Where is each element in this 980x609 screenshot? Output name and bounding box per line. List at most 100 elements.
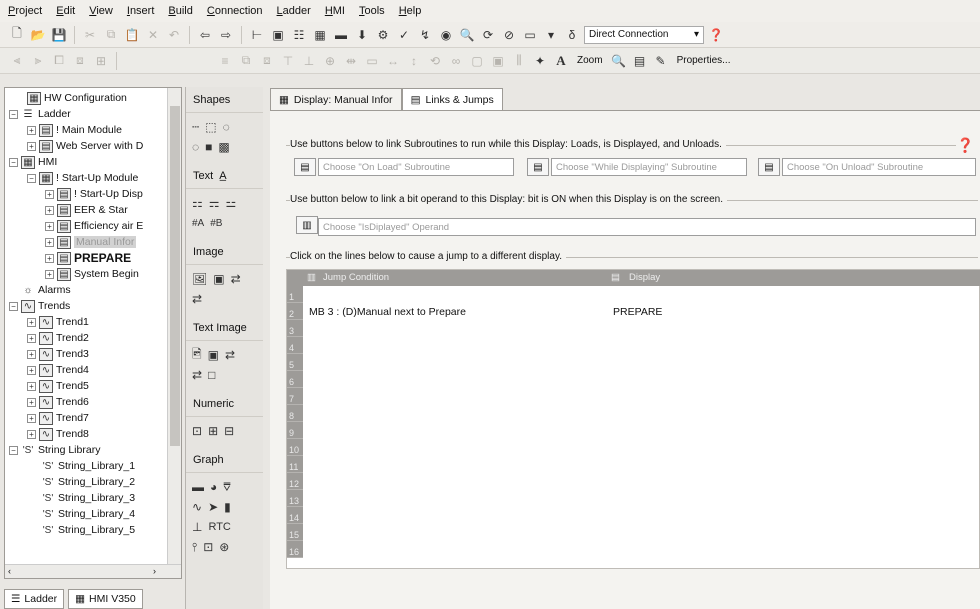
display-cell[interactable]: [613, 388, 913, 405]
expand-icon[interactable]: +: [45, 253, 54, 263]
copy-icon[interactable]: ⧉: [102, 26, 120, 44]
properties-button[interactable]: Properties...: [673, 55, 735, 66]
rect-shape-icon[interactable]: ■: [205, 140, 212, 154]
send-back-icon[interactable]: ⧈: [258, 52, 276, 70]
jump-condition-cell[interactable]: [309, 371, 609, 388]
new-icon[interactable]: 🗋: [8, 26, 26, 44]
tree-item-trend7[interactable]: + ∿ Trend7: [27, 410, 89, 426]
distribute-icon[interactable]: ⇹: [342, 52, 360, 70]
tree-item-eer-star[interactable]: + ▤ EER & Star: [45, 202, 128, 218]
menu-ladder[interactable]: Ladder: [275, 3, 313, 19]
trend-graph-icon[interactable]: ∿: [192, 500, 202, 514]
tab-ladder[interactable]: ☰ Ladder: [4, 589, 65, 609]
display-cell[interactable]: [613, 541, 913, 558]
collapse-icon[interactable]: −: [27, 173, 36, 183]
tree-item-prepare[interactable]: + ▤ PREPARE: [45, 250, 131, 266]
on-load-pick-button[interactable]: ▤: [294, 158, 316, 176]
line-shape-icon[interactable]: ┄: [192, 120, 199, 134]
scrollbar-thumb[interactable]: [170, 106, 180, 446]
expand-icon[interactable]: +: [45, 237, 54, 247]
download-icon[interactable]: ⬇: [353, 26, 371, 44]
while-displaying-field[interactable]: Choose "While Displaying" Subroutine: [551, 158, 747, 176]
jump-condition-cell[interactable]: [309, 405, 609, 422]
same-size-icon[interactable]: ▭: [363, 52, 381, 70]
tree-item-string-library-3[interactable]: 'S' String_Library_3: [41, 490, 135, 506]
tree-item-efficiency-air[interactable]: + ▤ Efficiency air E: [45, 218, 143, 234]
numeric-input-icon[interactable]: ⊞: [208, 424, 218, 438]
slider-icon[interactable]: ⊥: [192, 520, 202, 534]
expand-icon[interactable]: +: [27, 381, 36, 391]
settings-icon[interactable]: ⚙: [374, 26, 392, 44]
collapse-icon[interactable]: −: [9, 157, 18, 167]
jump-condition-cell[interactable]: [309, 354, 609, 371]
menu-help[interactable]: Help: [397, 3, 424, 19]
zoom-icon[interactable]: 🔍: [610, 52, 628, 70]
tree-vertical-scrollbar[interactable]: [167, 88, 181, 564]
frame2-icon[interactable]: ▣: [489, 52, 507, 70]
magic-icon[interactable]: ✦: [531, 52, 549, 70]
jump-condition-cell[interactable]: [309, 337, 609, 354]
text-tool-icon[interactable]: A̲: [219, 170, 226, 182]
expand-icon[interactable]: +: [27, 333, 36, 343]
tree-item-startup-disp[interactable]: + ▤ ! Start-Up Disp: [45, 186, 143, 202]
ungroup-icon[interactable]: ⧈: [71, 52, 89, 70]
stop-icon[interactable]: ⊘: [500, 26, 518, 44]
align-left-icon[interactable]: ⫷: [8, 52, 26, 70]
tree-item-trend4[interactable]: + ∿ Trend4: [27, 362, 89, 378]
expand-icon[interactable]: +: [27, 365, 36, 375]
display-cell[interactable]: [613, 507, 913, 524]
tree-horizontal-scrollbar[interactable]: ‹ ›: [5, 564, 181, 578]
numeric-display-icon[interactable]: ⊡: [192, 424, 202, 438]
image-toggle2-icon[interactable]: ⇄: [192, 292, 202, 306]
while-displaying-pick-button[interactable]: ▤: [527, 158, 549, 176]
tab-links-jumps[interactable]: ▤ Links & Jumps: [401, 88, 503, 110]
on-unload-field[interactable]: Choose "On Unload" Subroutine: [782, 158, 976, 176]
scroll-right-icon[interactable]: ›: [153, 566, 156, 576]
rtc-tool[interactable]: RTC: [208, 521, 230, 533]
display-cell[interactable]: [613, 456, 913, 473]
tree-item-string-library-1[interactable]: 'S' String_Library_1: [41, 458, 135, 474]
same-height-icon[interactable]: ↕: [405, 52, 423, 70]
jump-condition-cell[interactable]: [309, 456, 609, 473]
align-center-icon[interactable]: ⊕: [321, 52, 339, 70]
tree-item-trend6[interactable]: + ∿ Trend6: [27, 394, 89, 410]
display-cell[interactable]: PREPARE: [613, 303, 913, 320]
grid-snap-icon[interactable]: ⊞: [92, 52, 110, 70]
jump-condition-cell[interactable]: [309, 490, 609, 507]
back-icon[interactable]: ⇦: [196, 26, 214, 44]
collapse-icon[interactable]: −: [9, 301, 18, 311]
memory-icon[interactable]: ▬: [332, 26, 350, 44]
jump-condition-cell[interactable]: [309, 422, 609, 439]
tab-hmi-v350[interactable]: ▦ HMI V350: [68, 589, 143, 609]
numeric-keypad-icon[interactable]: ⊟: [224, 424, 234, 438]
save-icon[interactable]: 💾: [50, 26, 68, 44]
preview-icon[interactable]: ▤: [631, 52, 649, 70]
tree-item-string-library[interactable]: − 'S' String Library: [9, 442, 100, 458]
columns-icon[interactable]: ⫼: [510, 52, 528, 70]
tree-item-system-begin[interactable]: + ▤ System Begin: [45, 266, 139, 282]
filled-rect-icon[interactable]: ▩: [218, 140, 229, 154]
text-image-tool-icon[interactable]: 🖻: [192, 345, 202, 366]
display-cell[interactable]: [613, 439, 913, 456]
image-list-icon[interactable]: ▣: [213, 272, 224, 286]
tree-item-hmi[interactable]: − ▦ HMI: [9, 154, 57, 170]
jump-condition-cell[interactable]: [309, 473, 609, 490]
display-cell[interactable]: [613, 473, 913, 490]
tab-display-manual-infor[interactable]: ▦ Display: Manual Infor: [270, 88, 402, 110]
tree-item-main-module[interactable]: + ▤ ! Main Module: [27, 122, 122, 138]
display-cell[interactable]: [613, 286, 913, 303]
delete-icon[interactable]: ✕: [144, 26, 162, 44]
jump-condition-cell[interactable]: [309, 286, 609, 303]
number-format-icon[interactable]: #A: [192, 218, 204, 229]
gauge-icon[interactable]: ◕: [210, 480, 217, 494]
jump-condition-cell[interactable]: [309, 320, 609, 337]
isdisplayed-pick-button[interactable]: ▥: [296, 216, 318, 234]
text-image-box-icon[interactable]: □: [208, 368, 215, 382]
jump-condition-cell[interactable]: [309, 439, 609, 456]
verify-icon[interactable]: ✓: [395, 26, 413, 44]
expand-icon[interactable]: +: [27, 141, 36, 151]
isdisplayed-field[interactable]: Choose "IsDiplayed" Operand: [318, 218, 976, 236]
align-bottom-icon[interactable]: ⊥: [300, 52, 318, 70]
expand-icon[interactable]: +: [27, 429, 36, 439]
display-cell[interactable]: [613, 320, 913, 337]
